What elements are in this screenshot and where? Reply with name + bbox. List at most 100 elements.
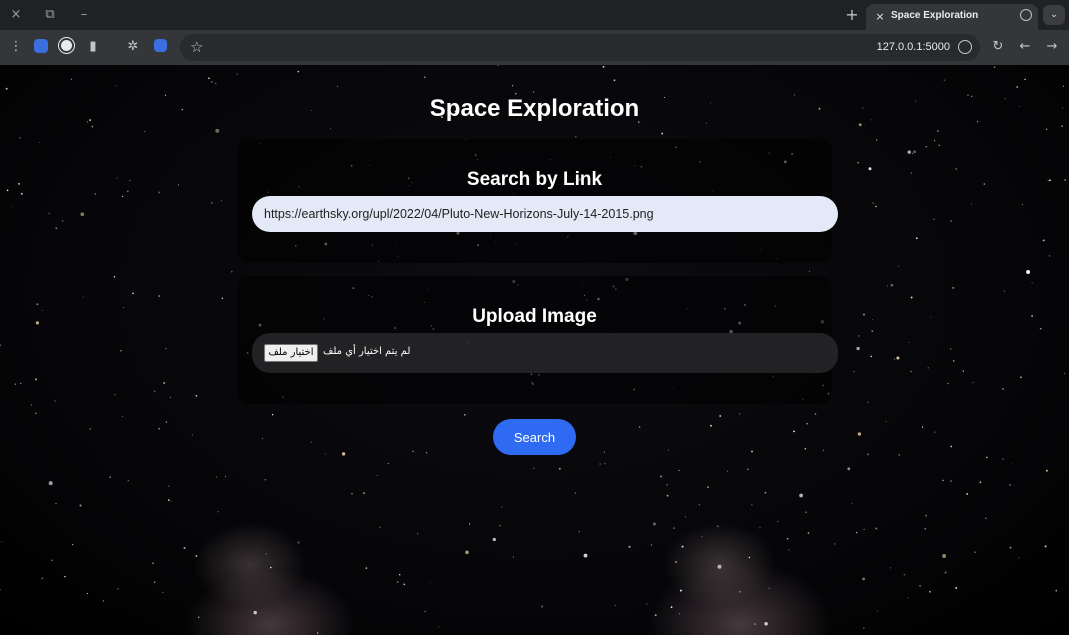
star-dot: [666, 483, 668, 486]
image-link-input[interactable]: [252, 196, 838, 232]
star-dot: [661, 132, 664, 135]
star-dot: [670, 606, 673, 608]
star-dot: [898, 454, 900, 456]
star-dot: [684, 516, 687, 518]
star-dot: [211, 202, 213, 204]
choose-file-button[interactable]: اختيار ملف: [264, 344, 318, 362]
star-dot: [114, 394, 116, 396]
profile-avatar-icon[interactable]: [59, 38, 74, 53]
star-dot: [379, 526, 381, 528]
window-restore-icon[interactable]: ⧉: [40, 6, 60, 24]
star-dot: [919, 584, 922, 587]
star-dot: [934, 431, 936, 433]
bookmark-star-icon[interactable]: ☆: [190, 38, 203, 56]
window-close-icon[interactable]: ×: [6, 6, 26, 24]
tab-space-exploration[interactable]: × Space Exploration: [866, 4, 1038, 30]
star-dot: [170, 396, 172, 398]
star-dot: [109, 476, 111, 478]
star-dot: [425, 452, 428, 454]
star-dot: [1042, 239, 1045, 242]
star-dot: [993, 66, 996, 68]
search-button[interactable]: Search: [493, 419, 576, 455]
address-bar[interactable]: ☆ 127.0.0.1:5000: [180, 34, 980, 61]
star-dot: [55, 227, 58, 230]
star-dot: [748, 556, 751, 559]
star-dot: [558, 467, 561, 470]
star-dot: [710, 424, 712, 427]
star-dot: [195, 555, 198, 557]
star-dot: [158, 427, 160, 430]
new-tab-button[interactable]: +: [843, 6, 861, 24]
site-info-icon[interactable]: [958, 40, 972, 54]
star-dot: [604, 463, 606, 465]
star-dot: [679, 613, 681, 615]
star-dot: [872, 202, 874, 204]
reload-icon[interactable]: ↻: [989, 38, 1007, 56]
star-dot: [91, 125, 94, 128]
star-dot: [121, 195, 124, 198]
star-dot: [654, 614, 657, 617]
lock-extension-icon[interactable]: [154, 39, 167, 52]
star-dot: [541, 605, 543, 608]
star-dot: [429, 582, 431, 584]
star-dot: [1045, 128, 1048, 130]
star-dot: [936, 130, 939, 133]
sidebar-icon[interactable]: ▮: [84, 38, 102, 56]
forward-icon[interactable]: ←: [1016, 38, 1034, 56]
star-dot: [1063, 372, 1066, 375]
address-url[interactable]: 127.0.0.1:5000: [877, 41, 950, 53]
star-dot: [533, 467, 535, 469]
star-dot: [1061, 125, 1063, 128]
star-dot: [889, 567, 892, 569]
star-dot: [876, 610, 878, 612]
star-dot: [806, 422, 809, 425]
star-dot: [417, 533, 419, 535]
star-dot: [929, 591, 931, 593]
star-dot: [341, 452, 346, 456]
star-dot: [681, 545, 684, 548]
star-dot: [152, 562, 154, 564]
star-dot: [907, 150, 911, 154]
tab-close-icon[interactable]: ×: [872, 8, 888, 26]
star-dot: [678, 469, 680, 472]
star-dot: [61, 220, 64, 222]
star-dot: [972, 382, 974, 383]
star-dot: [885, 420, 887, 422]
star-dot: [86, 592, 89, 595]
star-dot: [41, 577, 43, 579]
menu-icon[interactable]: ⋮: [7, 38, 25, 56]
window-minimize-icon[interactable]: –: [74, 6, 94, 24]
star-dot: [768, 587, 770, 589]
star-dot: [465, 550, 469, 555]
tab-search-button[interactable]: ⌄: [1043, 5, 1065, 25]
star-dot: [198, 616, 200, 619]
shield-extension-icon[interactable]: [34, 39, 48, 53]
star-dot: [365, 567, 368, 569]
star-dot: [117, 587, 119, 590]
star-dot: [751, 504, 753, 506]
star-dot: [178, 184, 180, 186]
star-dot: [788, 549, 790, 551]
upload-section-heading: Upload Image: [472, 306, 597, 327]
star-dot: [1031, 315, 1033, 317]
star-dot: [674, 560, 678, 564]
star-dot: [499, 524, 501, 527]
star-dot: [925, 514, 928, 517]
extensions-icon[interactable]: ✲: [124, 38, 142, 56]
star-dot: [853, 371, 855, 373]
star-dot: [933, 218, 935, 220]
star-dot: [673, 527, 675, 529]
star-dot: [974, 551, 976, 553]
star-dot: [875, 205, 877, 208]
star-dot: [921, 426, 924, 428]
star-dot: [48, 481, 53, 486]
back-icon[interactable]: →: [1043, 38, 1061, 56]
file-input[interactable]: اختيار ملف لم يتم اختيار أي ملف: [252, 333, 838, 373]
star-dot: [943, 79, 946, 81]
star-dot: [875, 139, 878, 141]
star-dot: [19, 137, 21, 139]
star-dot: [215, 128, 220, 133]
star-dot: [35, 321, 40, 325]
star-dot: [875, 527, 878, 530]
star-dot: [962, 370, 965, 372]
